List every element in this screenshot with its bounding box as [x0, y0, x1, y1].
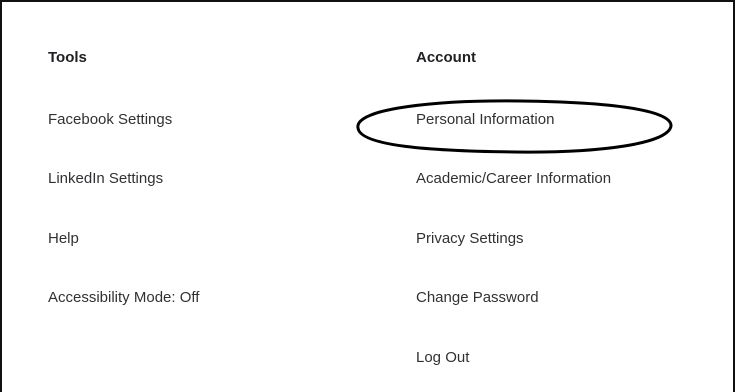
linkedin-settings-link[interactable]: LinkedIn Settings	[48, 170, 163, 187]
change-password-link[interactable]: Change Password	[416, 289, 539, 306]
account-heading: Account	[416, 49, 476, 66]
tools-heading: Tools	[48, 49, 87, 66]
academic-career-information-link[interactable]: Academic/Career Information	[416, 170, 611, 187]
help-link[interactable]: Help	[48, 230, 79, 247]
privacy-settings-link[interactable]: Privacy Settings	[416, 230, 524, 247]
accessibility-mode-toggle[interactable]: Accessibility Mode: Off	[48, 289, 199, 306]
facebook-settings-link[interactable]: Facebook Settings	[48, 111, 172, 128]
personal-information-link[interactable]: Personal Information	[416, 111, 554, 128]
log-out-link[interactable]: Log Out	[416, 349, 469, 366]
settings-menu-panel: Tools Facebook Settings LinkedIn Setting…	[0, 0, 735, 392]
